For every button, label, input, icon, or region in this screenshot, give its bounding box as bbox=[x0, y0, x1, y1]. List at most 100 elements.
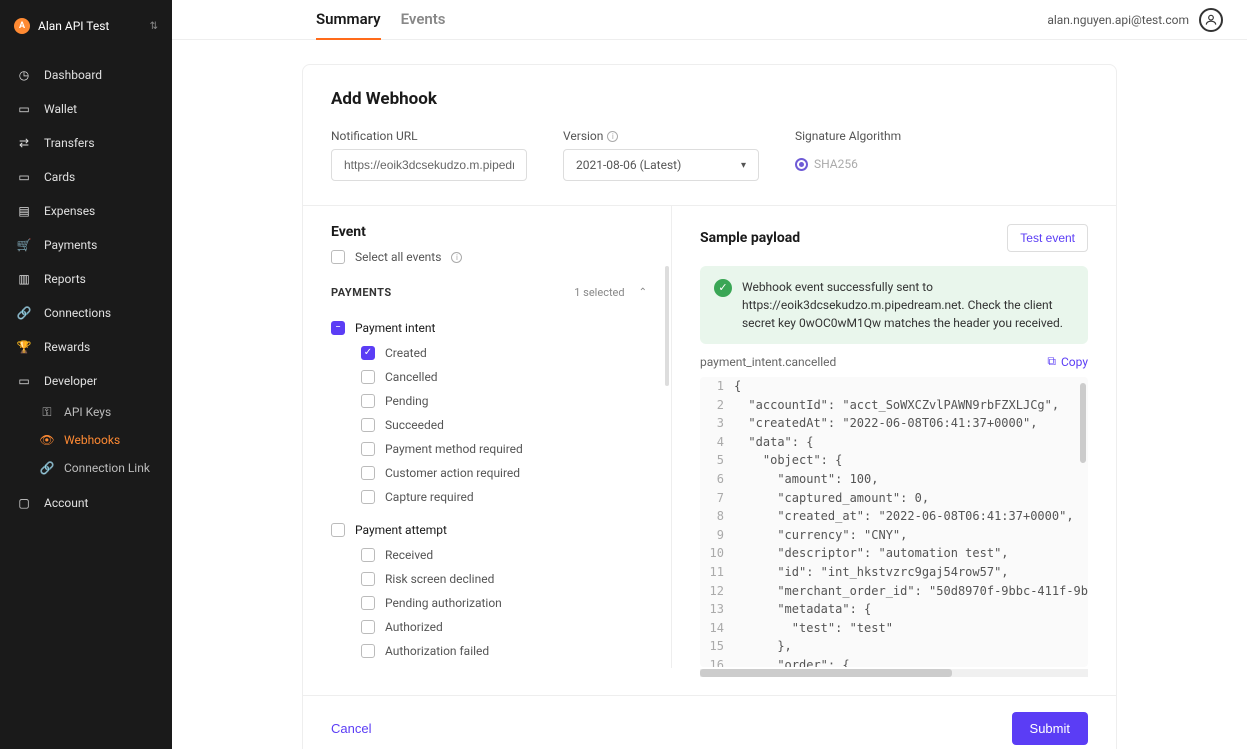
checkbox[interactable] bbox=[361, 644, 375, 658]
event-child: Authorization failed bbox=[331, 639, 671, 663]
event-child: Cancelled bbox=[331, 365, 671, 389]
page-title: Add Webhook bbox=[303, 65, 1116, 129]
line-text: }, bbox=[734, 637, 792, 656]
line-text: "order": { bbox=[734, 656, 850, 667]
line-text: "id": "int_hkstvzrc9gaj54row57", bbox=[734, 563, 1009, 582]
nav-developer[interactable]: ▭Developer bbox=[0, 364, 172, 398]
nav-transfers[interactable]: ⇄Transfers bbox=[0, 126, 172, 160]
checkbox[interactable] bbox=[361, 620, 375, 634]
info-icon[interactable]: i bbox=[451, 252, 462, 263]
nav-expenses[interactable]: ▤Expenses bbox=[0, 194, 172, 228]
version-field: Versioni 2021-08-06 (Latest) ▾ bbox=[563, 129, 759, 181]
sha256-radio[interactable] bbox=[795, 158, 808, 171]
line-number: 11 bbox=[700, 563, 734, 582]
event-child-label: Created bbox=[385, 346, 427, 360]
tab-summary[interactable]: Summary bbox=[316, 0, 381, 40]
scrollbar[interactable] bbox=[700, 669, 1088, 677]
checkbox[interactable]: − bbox=[331, 321, 345, 335]
line-number: 5 bbox=[700, 451, 734, 470]
select-all-checkbox[interactable] bbox=[331, 250, 345, 264]
account-switcher[interactable]: A Alan API Test ⇅ bbox=[0, 10, 172, 42]
scrollbar[interactable] bbox=[1080, 383, 1086, 463]
checkbox[interactable] bbox=[331, 523, 345, 537]
checkbox[interactable] bbox=[361, 442, 375, 456]
nav-connections[interactable]: 🔗Connections bbox=[0, 296, 172, 330]
event-type-name: payment_intent.cancelled bbox=[700, 355, 836, 369]
account-name: Alan API Test bbox=[38, 19, 142, 33]
checkbox[interactable]: ✓ bbox=[361, 346, 375, 360]
main: Summary Events alan.nguyen.api@test.com … bbox=[172, 0, 1247, 749]
nav-webhooks[interactable]: 👁Webhooks bbox=[0, 426, 172, 454]
gauge-icon: ◷ bbox=[16, 67, 32, 83]
event-child-label: Payment method required bbox=[385, 442, 523, 456]
user-avatar-icon[interactable] bbox=[1199, 8, 1223, 32]
checkbox[interactable] bbox=[361, 466, 375, 480]
nav-cards[interactable]: ▭Cards bbox=[0, 160, 172, 194]
checkbox[interactable] bbox=[361, 418, 375, 432]
nav-wallet[interactable]: ▭Wallet bbox=[0, 92, 172, 126]
test-event-button[interactable]: Test event bbox=[1007, 224, 1088, 252]
line-number: 16 bbox=[700, 656, 734, 667]
event-child: Received bbox=[331, 543, 671, 567]
event-child-label: Risk screen declined bbox=[385, 572, 494, 586]
line-text: "amount": 100, bbox=[734, 470, 879, 489]
url-label: Notification URL bbox=[331, 129, 527, 143]
tabs: Summary Events bbox=[316, 0, 446, 40]
checkbox[interactable] bbox=[361, 596, 375, 610]
cancel-button[interactable]: Cancel bbox=[331, 721, 371, 736]
event-child-label: Succeeded bbox=[385, 418, 444, 432]
event-child-label: Pending authorization bbox=[385, 596, 502, 610]
nav-api-keys[interactable]: ⚿API Keys bbox=[0, 398, 172, 426]
checkbox[interactable] bbox=[361, 490, 375, 504]
payload-title: Sample payload bbox=[700, 230, 800, 246]
sig-label: Signature Algorithm bbox=[795, 129, 901, 143]
nav: ◷Dashboard ▭Wallet ⇄Transfers ▭Cards ▤Ex… bbox=[0, 58, 172, 520]
payments-section[interactable]: PAYMENTS 1 selected ⌃ bbox=[331, 278, 671, 307]
nav-dashboard[interactable]: ◷Dashboard bbox=[0, 58, 172, 92]
line-number: 2 bbox=[700, 396, 734, 415]
event-child-label: Authorization failed bbox=[385, 644, 489, 658]
code-line: 1{ bbox=[700, 377, 1088, 396]
code-line: 11 "id": "int_hkstvzrc9gaj54row57", bbox=[700, 563, 1088, 582]
url-field: Notification URL bbox=[331, 129, 527, 181]
sidebar: A Alan API Test ⇅ ◷Dashboard ▭Wallet ⇄Tr… bbox=[0, 0, 172, 749]
line-text: "descriptor": "automation test", bbox=[734, 544, 1009, 563]
checkbox[interactable] bbox=[361, 370, 375, 384]
nav-account[interactable]: ▢Account bbox=[0, 486, 172, 520]
event-group-label: Payment attempt bbox=[355, 523, 447, 537]
payload-meta: payment_intent.cancelled ⧉ Copy bbox=[700, 354, 1088, 369]
info-icon[interactable]: i bbox=[607, 131, 618, 142]
version-label: Versioni bbox=[563, 129, 759, 143]
url-input[interactable] bbox=[331, 149, 527, 181]
tab-events[interactable]: Events bbox=[401, 0, 446, 40]
checkbox[interactable] bbox=[361, 572, 375, 586]
event-child-label: Pending bbox=[385, 394, 429, 408]
nav-rewards[interactable]: 🏆Rewards bbox=[0, 330, 172, 364]
code-line: 15 }, bbox=[700, 637, 1088, 656]
nav-reports[interactable]: ▥Reports bbox=[0, 262, 172, 296]
event-child: ✓ Created bbox=[331, 341, 671, 365]
nav-connection-link[interactable]: 🔗Connection Link bbox=[0, 454, 172, 482]
submit-button[interactable]: Submit bbox=[1012, 712, 1088, 745]
laptop-icon: ▭ bbox=[16, 373, 32, 389]
code-block[interactable]: 1{2 "accountId": "acct_SoWXCZvlPAWN9rbFZ… bbox=[700, 377, 1088, 667]
checkbox[interactable] bbox=[361, 548, 375, 562]
receipt-icon: ▤ bbox=[16, 203, 32, 219]
line-number: 6 bbox=[700, 470, 734, 489]
code-line: 8 "created_at": "2022-06-08T06:41:37+000… bbox=[700, 507, 1088, 526]
cart-icon: 🛒 bbox=[16, 237, 32, 253]
line-number: 3 bbox=[700, 414, 734, 433]
code-line: 3 "createdAt": "2022-06-08T06:41:37+0000… bbox=[700, 414, 1088, 433]
line-number: 13 bbox=[700, 600, 734, 619]
code-line: 9 "currency": "CNY", bbox=[700, 526, 1088, 545]
scrollbar[interactable] bbox=[665, 266, 669, 386]
checkbox[interactable] bbox=[361, 394, 375, 408]
line-text: "metadata": { bbox=[734, 600, 871, 619]
payload-pane: Sample payload Test event ✓ Webhook even… bbox=[672, 206, 1116, 695]
nav-payments[interactable]: 🛒Payments bbox=[0, 228, 172, 262]
line-text: { bbox=[734, 377, 741, 396]
code-line: 14 "test": "test" bbox=[700, 619, 1088, 638]
version-select[interactable]: 2021-08-06 (Latest) ▾ bbox=[563, 149, 759, 181]
copy-button[interactable]: ⧉ Copy bbox=[1047, 354, 1088, 369]
code-line: 7 "captured_amount": 0, bbox=[700, 489, 1088, 508]
